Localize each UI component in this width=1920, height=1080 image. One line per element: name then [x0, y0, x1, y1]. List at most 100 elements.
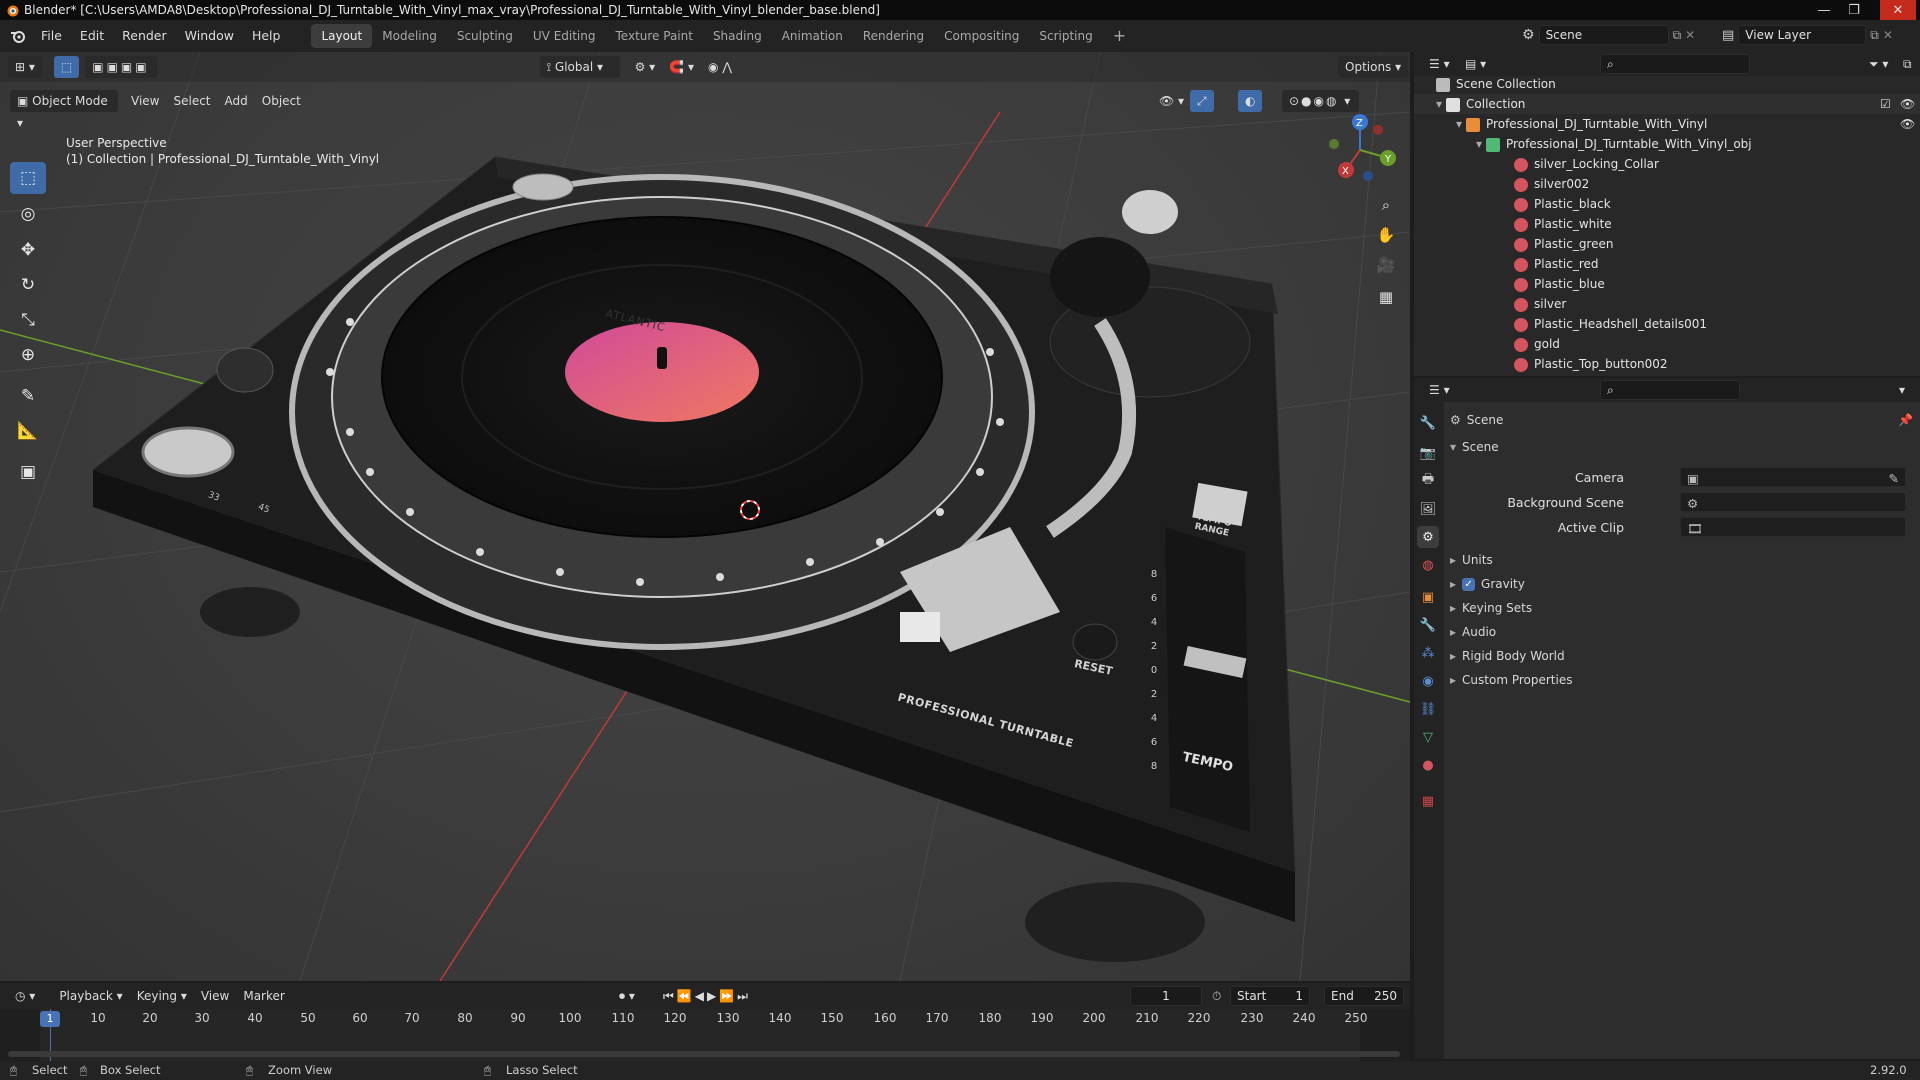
pan-hand-icon[interactable]: ✋: [1373, 222, 1399, 248]
tab-animation[interactable]: Animation: [772, 24, 853, 48]
select-box-tool[interactable]: ⬚: [10, 162, 46, 194]
perspective-grid-icon[interactable]: ▦: [1373, 284, 1399, 310]
world-tab-icon[interactable]: ◍: [1417, 554, 1439, 576]
move-tool[interactable]: ✥: [10, 234, 46, 266]
particles-tab-icon[interactable]: ⁂: [1417, 642, 1439, 664]
gizmo-toggle-icon[interactable]: ⤢: [1190, 90, 1214, 112]
new-view-layer-icon[interactable]: ⧉: [1870, 28, 1879, 43]
tab-compositing[interactable]: Compositing: [934, 24, 1029, 48]
expand-arrow-icon[interactable]: ▾: [1476, 137, 1482, 151]
start-frame-field[interactable]: Start 1: [1230, 986, 1310, 1006]
tab-sculpting[interactable]: Sculpting: [447, 24, 523, 48]
timeline-menu-marker[interactable]: Marker: [236, 985, 291, 1007]
add-cube-tool[interactable]: ▣: [10, 456, 46, 488]
material-row[interactable]: Plastic_blue: [1414, 274, 1920, 294]
timeline-menu-keying[interactable]: Keying ▾: [130, 985, 194, 1007]
eye-icon[interactable]: 👁: [1900, 114, 1915, 134]
visibility-icon[interactable]: 👁 ▾: [1152, 90, 1191, 112]
delete-view-layer-icon[interactable]: ✕: [1883, 28, 1893, 42]
eye-icon[interactable]: 👁: [1900, 94, 1915, 114]
object-tab-icon[interactable]: ▣: [1417, 586, 1439, 608]
filter-icon[interactable]: ⏷ ▾: [1862, 53, 1895, 75]
selection-modes[interactable]: ▣▣▣▣: [85, 56, 157, 78]
active-clip-field[interactable]: 🎞: [1680, 517, 1906, 537]
delete-scene-icon[interactable]: ✕: [1685, 28, 1695, 42]
timeline-menu-view[interactable]: View: [194, 985, 236, 1007]
playhead-marker[interactable]: 1: [40, 1011, 60, 1027]
overlays-toggle-icon[interactable]: ◐: [1238, 90, 1263, 112]
editor-type-button[interactable]: ⊞ ▾: [8, 56, 42, 78]
scale-tool[interactable]: ⤡: [10, 304, 46, 336]
timeline-editor-type-icon[interactable]: ◷ ▾: [8, 985, 42, 1007]
snap-button[interactable]: 🧲 ▾: [662, 56, 701, 78]
current-frame-field[interactable]: 1: [1130, 986, 1202, 1006]
tab-uv-editing[interactable]: UV Editing: [523, 24, 606, 48]
material-tab-icon[interactable]: ●: [1417, 754, 1439, 776]
material-row[interactable]: Plastic_Top_button002: [1414, 354, 1920, 374]
data-tab-icon[interactable]: ▽: [1417, 726, 1439, 748]
end-frame-field[interactable]: End 250: [1324, 986, 1404, 1006]
material-row[interactable]: Plastic_green: [1414, 234, 1920, 254]
options-dropdown[interactable]: Options ▾: [1338, 56, 1409, 78]
outliner-row-collection[interactable]: ▾ Collection ☑ 👁: [1414, 94, 1920, 114]
minimize-button[interactable]: —: [1810, 0, 1838, 20]
audio-panel-header[interactable]: ▸ Audio: [1450, 621, 1916, 643]
panel-collapse-arrow-icon[interactable]: ▸: [1450, 673, 1456, 687]
menu-help[interactable]: Help: [243, 24, 290, 48]
properties-options-icon[interactable]: ▾: [1892, 379, 1912, 401]
timeline-scrollbar[interactable]: [8, 1051, 1400, 1057]
tab-layout[interactable]: Layout: [311, 24, 373, 48]
scene-tab-icon[interactable]: ⚙: [1417, 526, 1439, 548]
close-window-button[interactable]: ✕: [1880, 0, 1916, 20]
gravity-panel-header[interactable]: ▸ ✓ Gravity: [1450, 573, 1916, 595]
3d-viewport[interactable]: ATLANTIC RESET TEMPO TEMPO RANGE PROFESS…: [0, 52, 1410, 981]
menu-window[interactable]: Window: [176, 24, 243, 48]
zoom-icon[interactable]: ⌕: [1373, 192, 1399, 218]
outliner-row-mesh[interactable]: ▾ Professional_DJ_Turntable_With_Vinyl_ob…: [1414, 134, 1920, 154]
rotate-tool[interactable]: ↻: [10, 269, 46, 301]
tab-shading[interactable]: Shading: [703, 24, 772, 48]
viewport-menu-select[interactable]: Select: [166, 90, 217, 112]
pivot-point-button[interactable]: ⚙ ▾: [628, 56, 663, 78]
material-row[interactable]: silver002: [1414, 174, 1920, 194]
properties-search-input[interactable]: ⌕: [1600, 380, 1740, 400]
scene-selector[interactable]: Scene: [1538, 25, 1669, 45]
keying-sets-panel-header[interactable]: ▸ Keying Sets: [1450, 597, 1916, 619]
pin-icon[interactable]: 📌: [1898, 408, 1913, 432]
scene-panel-header[interactable]: ▾ Scene: [1450, 436, 1916, 458]
new-collection-icon[interactable]: ⧉: [1896, 53, 1919, 75]
playback-controls[interactable]: ⏮⏪◀▶⏩⏭: [656, 985, 758, 1007]
outliner-search-input[interactable]: ⌕: [1600, 54, 1750, 74]
units-panel-header[interactable]: ▸ Units: [1450, 549, 1916, 571]
camera-view-icon[interactable]: 🎥: [1373, 252, 1399, 278]
checkbox-icon[interactable]: ☑: [1880, 94, 1891, 114]
viewport-menu-add[interactable]: Add: [218, 90, 255, 112]
material-row[interactable]: Plastic_red: [1414, 254, 1920, 274]
turntable-model[interactable]: [91, 156, 1296, 962]
timeline-ruler[interactable]: 1 10 20 30 40 50 60 70 80 90 100 110 120…: [0, 1009, 1410, 1061]
material-row[interactable]: silver_Locking_Collar: [1414, 154, 1920, 174]
cursor-tool[interactable]: ◎: [10, 198, 46, 230]
material-row[interactable]: gold: [1414, 334, 1920, 354]
properties-editor-type-icon[interactable]: ☰ ▾: [1422, 379, 1457, 401]
menu-edit[interactable]: Edit: [71, 24, 113, 48]
measure-tool[interactable]: 📐: [10, 415, 46, 447]
texture-tab-icon[interactable]: ▦: [1417, 790, 1439, 812]
maximize-button[interactable]: ❐: [1840, 0, 1868, 20]
panel-expand-arrow-icon[interactable]: ▾: [1450, 440, 1456, 454]
gravity-checkbox[interactable]: ✓: [1462, 578, 1476, 591]
proportional-edit-button[interactable]: ◉ ⋀: [701, 56, 739, 78]
constraints-tab-icon[interactable]: ⛓: [1417, 698, 1439, 720]
eyedropper-icon[interactable]: ✎: [1889, 468, 1899, 490]
outliner-row-object[interactable]: ▾ Professional_DJ_Turntable_With_Vinyl 👁: [1414, 114, 1920, 134]
outliner-row-scene-collection[interactable]: Scene Collection: [1414, 74, 1920, 94]
blender-menu-icon[interactable]: [10, 28, 26, 44]
viewport-menu-object[interactable]: Object: [255, 90, 308, 112]
physics-tab-icon[interactable]: ◉: [1417, 670, 1439, 692]
tool-tab-icon[interactable]: 🔧: [1417, 412, 1439, 434]
panel-collapse-arrow-icon[interactable]: ▸: [1450, 649, 1456, 663]
material-row[interactable]: Plastic_Headshell_details001: [1414, 314, 1920, 334]
add-workspace-button[interactable]: +: [1103, 24, 1136, 48]
record-keyframe-icon[interactable]: ⏺ ▾: [612, 985, 642, 1007]
tab-rendering[interactable]: Rendering: [853, 24, 934, 48]
